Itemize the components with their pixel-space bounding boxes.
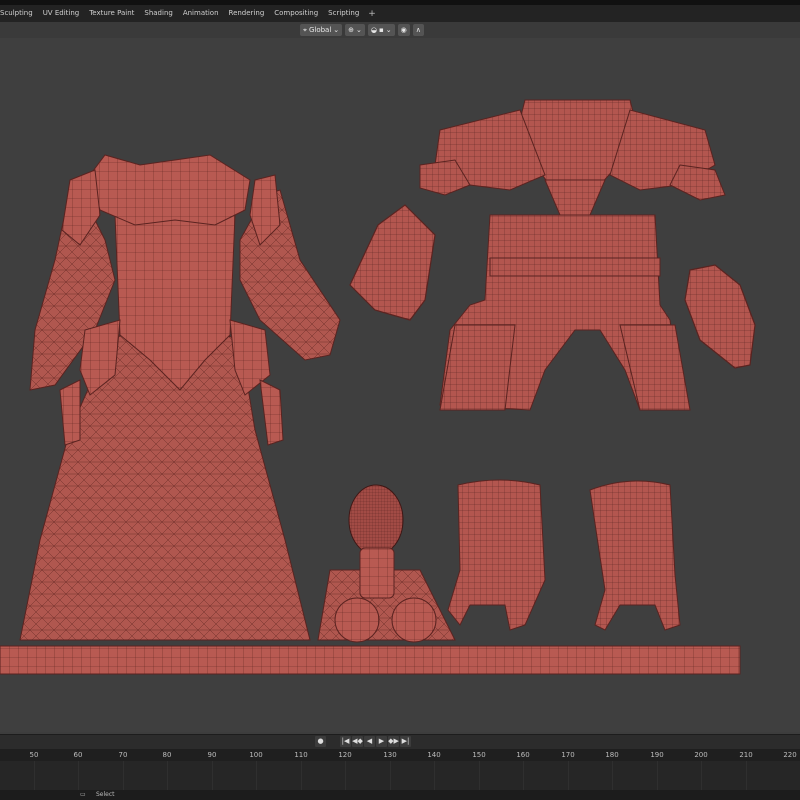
- timeline-header: ● |◀ ◀◆ ◀ ▶ ◆▶ ▶|: [0, 734, 800, 749]
- timeline-track-area[interactable]: [0, 761, 800, 790]
- frame-tick: 50: [29, 751, 39, 759]
- frame-gridline: [123, 761, 124, 790]
- bracer-left-mesh[interactable]: [349, 204, 436, 321]
- tab-shading[interactable]: Shading: [139, 5, 177, 22]
- frame-tick: 220: [783, 751, 797, 759]
- falloff-curve-icon: ∧: [415, 26, 421, 34]
- tab-texture-paint[interactable]: Texture Paint: [84, 5, 139, 22]
- mouse-select-icon: ▭: [80, 791, 86, 798]
- gnome-figure-mesh[interactable]: [317, 484, 456, 643]
- jump-end-button[interactable]: ▶|: [400, 736, 411, 747]
- status-select-label: Select: [96, 791, 115, 798]
- snap-target-icon: ▪: [379, 26, 384, 34]
- timeline-ruler[interactable]: 50 60 70 80 90 100 110 120 130 140 150 1…: [0, 749, 800, 761]
- frame-gridline: [568, 761, 569, 790]
- frame-gridline: [479, 761, 480, 790]
- frame-gridline: [78, 761, 79, 790]
- blender-window: Sculpting UV Editing Texture Paint Shadi…: [0, 0, 800, 800]
- snap-icon: ◒: [370, 26, 378, 34]
- play-reverse-button[interactable]: ◀: [364, 736, 375, 747]
- frame-tick: 150: [472, 751, 486, 759]
- frame-tick: 120: [338, 751, 352, 759]
- frame-gridline: [212, 761, 213, 790]
- playback-controls: ● |◀ ◀◆ ◀ ▶ ◆▶ ▶|: [315, 736, 411, 747]
- frame-gridline: [301, 761, 302, 790]
- tab-scripting[interactable]: Scripting: [323, 5, 364, 22]
- chevron-down-icon: ⌄: [385, 26, 392, 34]
- frame-gridline: [34, 761, 35, 790]
- jump-start-button[interactable]: |◀: [340, 736, 351, 747]
- frame-tick: 60: [73, 751, 83, 759]
- add-workspace-button[interactable]: +: [364, 9, 380, 19]
- frame-gridline: [657, 761, 658, 790]
- tab-animation[interactable]: Animation: [178, 5, 224, 22]
- orientation-label: Global: [308, 26, 332, 34]
- frame-tick: 140: [427, 751, 441, 759]
- frame-tick: 70: [118, 751, 128, 759]
- shoulder-right-mesh[interactable]: [684, 264, 756, 369]
- frame-tick: 100: [249, 751, 263, 759]
- frame-gridline: [345, 761, 346, 790]
- tab-compositing[interactable]: Compositing: [269, 5, 323, 22]
- falloff-button[interactable]: ∧: [412, 24, 424, 36]
- frame-tick: 190: [650, 751, 664, 759]
- frame-tick: 210: [739, 751, 753, 759]
- workspace-tabbar: Sculpting UV Editing Texture Paint Shadi…: [0, 5, 800, 22]
- pivot-point-button[interactable]: ⊕ ⌄: [345, 24, 365, 36]
- frame-tick: 160: [516, 751, 530, 759]
- tab-sculpting[interactable]: Sculpting: [0, 5, 38, 22]
- frame-gridline: [434, 761, 435, 790]
- frame-gridline: [612, 761, 613, 790]
- dress-mesh[interactable]: [19, 154, 341, 641]
- cuirass-mesh[interactable]: [419, 99, 726, 411]
- snap-toggle-button[interactable]: ◒ ▪ ⌄: [367, 24, 395, 36]
- pivot-icon: ⊕: [348, 26, 355, 34]
- frame-tick: 110: [294, 751, 308, 759]
- record-button[interactable]: ●: [315, 736, 326, 747]
- frame-tick: 180: [605, 751, 619, 759]
- frame-gridline: [523, 761, 524, 790]
- viewport-canvas: [0, 99, 756, 675]
- status-bar: ▭ Select: [0, 790, 800, 800]
- frame-tick: 90: [207, 751, 217, 759]
- proportional-edit-button[interactable]: ◉: [397, 24, 410, 36]
- tab-uv-editing[interactable]: UV Editing: [38, 5, 85, 22]
- chevron-down-icon: ⌄: [333, 26, 340, 34]
- frame-gridline: [390, 761, 391, 790]
- frame-tick: 80: [162, 751, 172, 759]
- transform-orientation-dropdown[interactable]: ⌖ Global ⌄: [300, 24, 343, 36]
- chevron-down-icon: ⌄: [356, 26, 362, 34]
- frame-gridline: [167, 761, 168, 790]
- frame-gridline: [256, 761, 257, 790]
- greave-left-mesh[interactable]: [447, 479, 546, 631]
- frame-gridline: [746, 761, 747, 790]
- proportional-edit-icon: ◉: [400, 26, 407, 34]
- frame-tick: 130: [383, 751, 397, 759]
- prev-keyframe-button[interactable]: ◀◆: [352, 736, 363, 747]
- base-plate-mesh[interactable]: [0, 645, 741, 675]
- viewport-header: ⌖ Global ⌄ ⊕ ⌄ ◒ ▪ ⌄ ◉ ∧: [0, 22, 800, 39]
- greave-right-mesh[interactable]: [589, 480, 681, 631]
- 3d-viewport[interactable]: [0, 38, 800, 732]
- frame-tick: 170: [561, 751, 575, 759]
- header-tools: ⌖ Global ⌄ ⊕ ⌄ ◒ ▪ ⌄ ◉ ∧: [300, 24, 424, 36]
- orientation-icon: ⌖: [303, 26, 307, 34]
- tab-rendering[interactable]: Rendering: [224, 5, 270, 22]
- play-button[interactable]: ▶: [376, 736, 387, 747]
- frame-tick: 200: [694, 751, 708, 759]
- frame-gridline: [701, 761, 702, 790]
- next-keyframe-button[interactable]: ◆▶: [388, 736, 399, 747]
